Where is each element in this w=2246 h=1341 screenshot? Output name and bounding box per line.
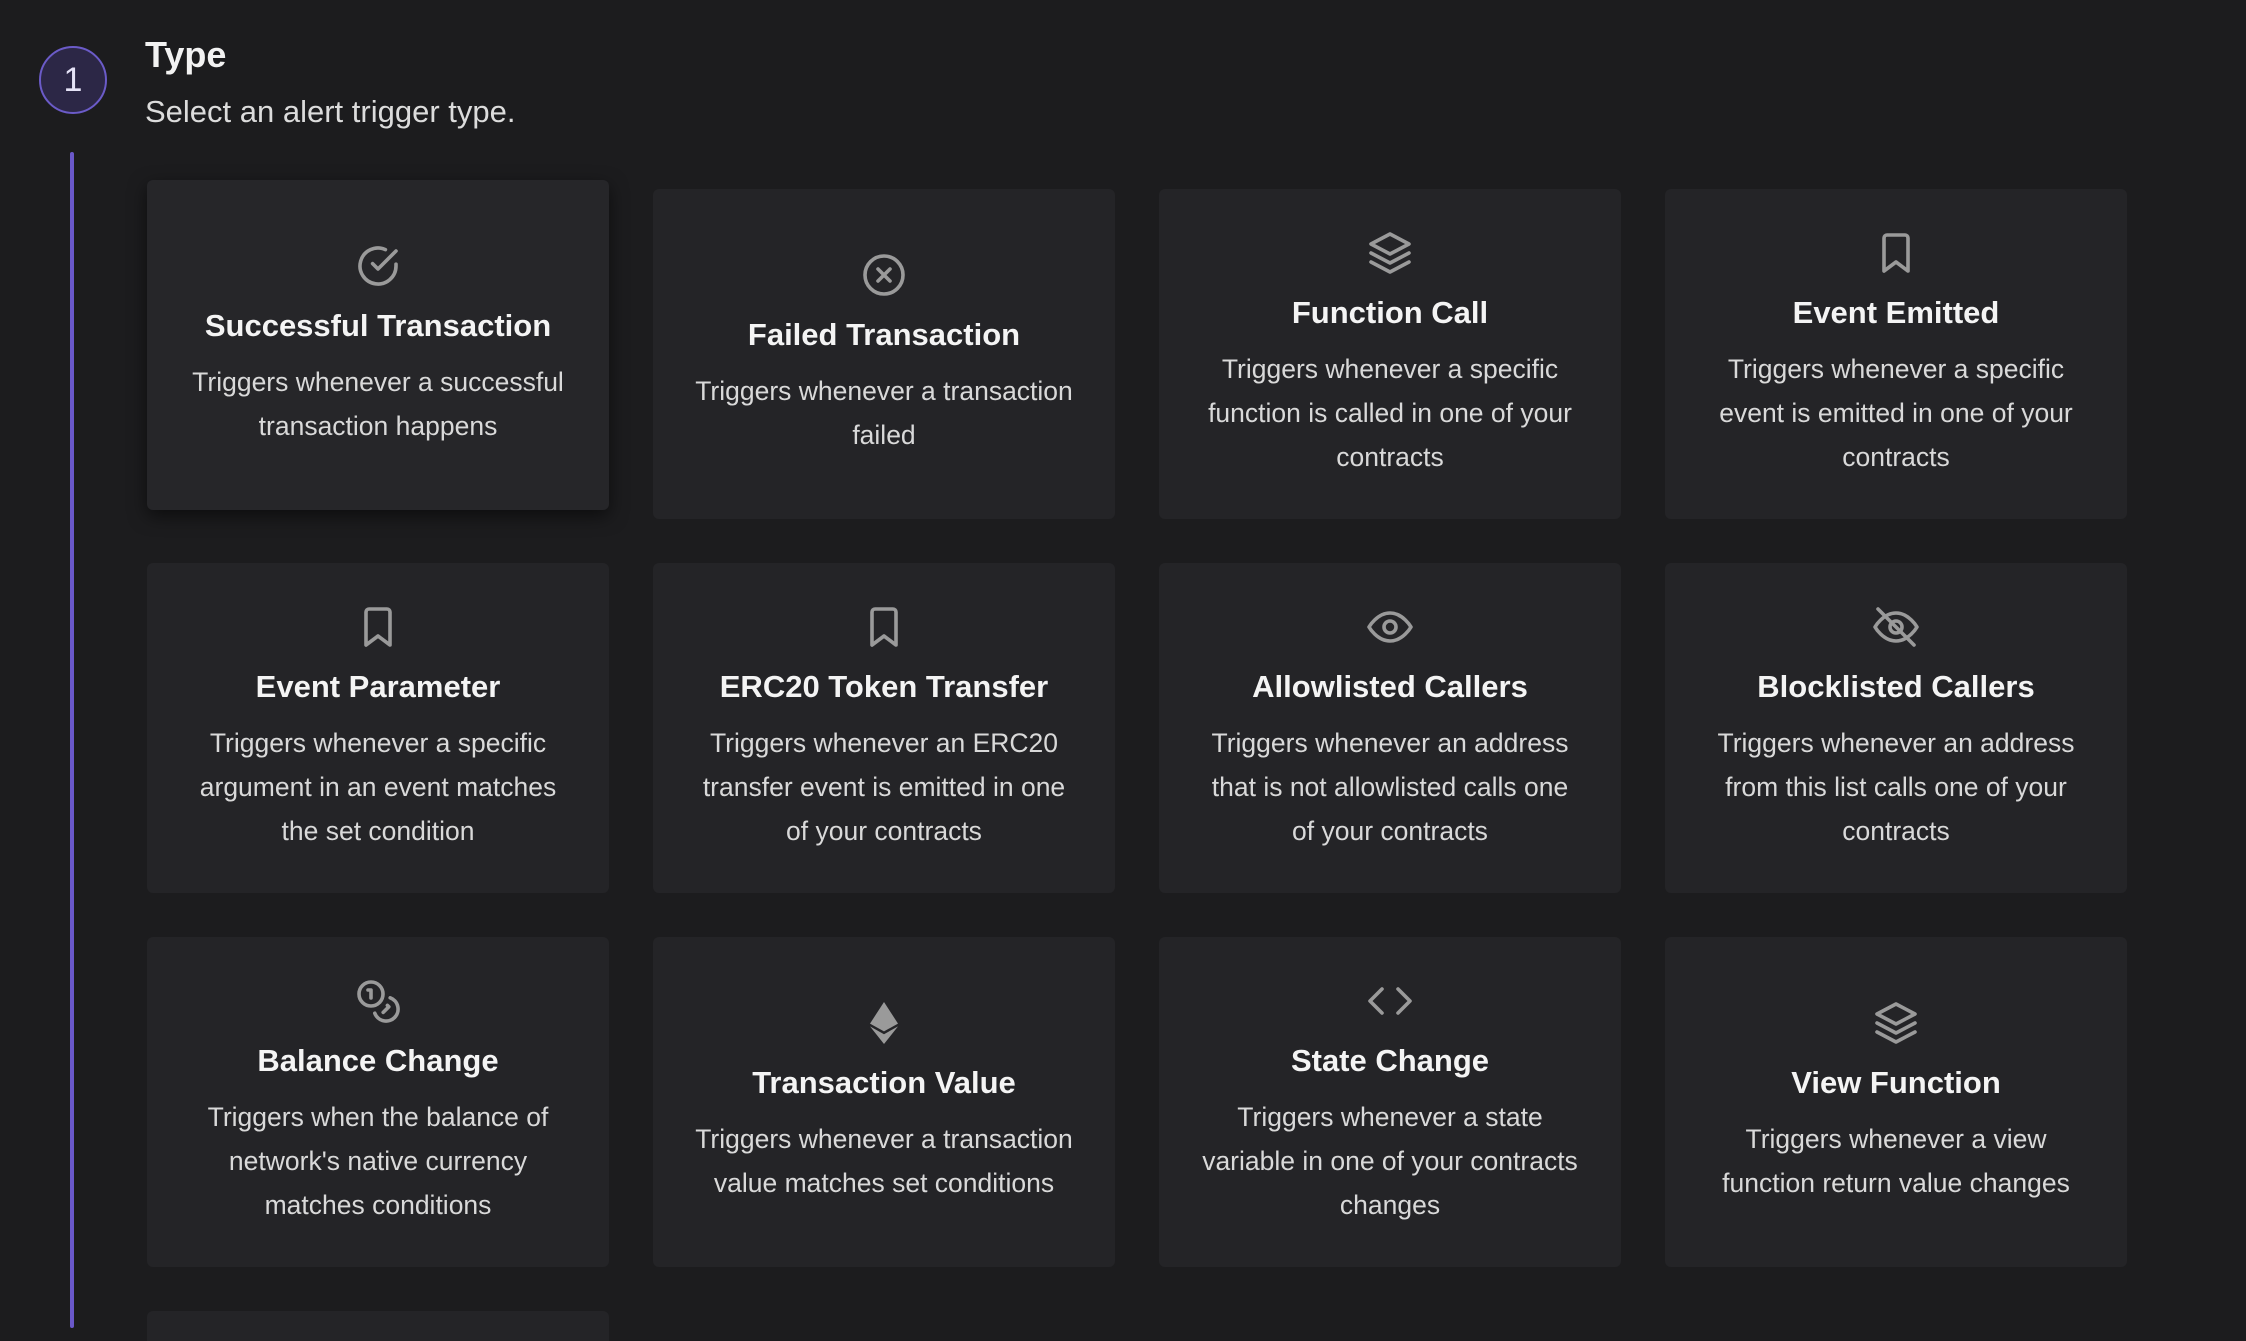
card-title: Function Call <box>1291 295 1489 330</box>
card-title: Blocklisted Callers <box>1757 669 2035 704</box>
card-description: Triggers whenever a successful transacti… <box>192 367 564 441</box>
section-subtitle: Select an alert trigger type. <box>145 94 516 129</box>
card-description: Triggers whenever a transaction failed <box>695 376 1073 450</box>
bookmark-icon <box>354 603 402 651</box>
check-circle-icon <box>354 242 402 290</box>
coins-icon <box>354 977 402 1025</box>
bookmark-icon <box>1872 229 1920 277</box>
card-view-function[interactable]: View Function Triggers whenever a view f… <box>1665 937 2127 1267</box>
card-title: Failed Transaction <box>747 317 1021 352</box>
card-title: Event Parameter <box>255 669 501 704</box>
ethereum-icon <box>860 999 908 1047</box>
card-description: Triggers whenever a specific function is… <box>1208 354 1572 472</box>
card-allowlisted-callers[interactable]: Allowlisted Callers Triggers whenever an… <box>1159 563 1621 893</box>
card-failed-transaction[interactable]: Failed Transaction Triggers whenever a t… <box>653 189 1115 519</box>
card-title: ERC20 Token Transfer <box>719 669 1049 704</box>
card-description: Triggers whenever an ERC20 transfer even… <box>702 728 1066 846</box>
card-description: Triggers whenever a specific argument in… <box>199 728 557 846</box>
card-title: Allowlisted Callers <box>1252 669 1528 704</box>
layers-icon <box>1872 999 1920 1047</box>
card-state-change[interactable]: State Change Triggers whenever a state v… <box>1159 937 1621 1267</box>
card-balance-change[interactable]: Balance Change Triggers when the balance… <box>147 937 609 1267</box>
card-description: Triggers whenever a state variable in on… <box>1202 1102 1578 1220</box>
section-title: Type <box>145 34 227 75</box>
card-title: Event Emitted <box>1792 295 2000 330</box>
card-successful-transaction[interactable]: Successful Transaction Triggers whenever… <box>147 180 609 510</box>
eye-icon <box>1366 603 1414 651</box>
card-transaction-value[interactable]: Transaction Value Triggers whenever a tr… <box>653 937 1115 1267</box>
step-number: 1 <box>63 60 83 99</box>
card-description: Triggers whenever an address from this l… <box>1717 728 2075 846</box>
card-title: Balance Change <box>257 1043 499 1078</box>
layers-icon <box>1366 229 1414 277</box>
step-progress-line <box>70 152 74 1328</box>
card-erc20-token-transfer[interactable]: ERC20 Token Transfer Triggers whenever a… <box>653 563 1115 893</box>
card-blocklisted-callers[interactable]: Blocklisted Callers Triggers whenever an… <box>1665 563 2127 893</box>
step-number-badge: 1 <box>39 46 107 114</box>
card-partial-next[interactable] <box>147 1311 609 1341</box>
card-title: Successful Transaction <box>204 308 552 343</box>
card-description: Triggers when the balance of network's n… <box>207 1102 549 1220</box>
card-description: Triggers whenever a specific event is em… <box>1719 354 2073 472</box>
card-function-call[interactable]: Function Call Triggers whenever a specif… <box>1159 189 1621 519</box>
card-event-parameter[interactable]: Event Parameter Triggers whenever a spec… <box>147 563 609 893</box>
code-icon <box>1366 977 1414 1025</box>
card-event-emitted[interactable]: Event Emitted Triggers whenever a specif… <box>1665 189 2127 519</box>
bookmark-icon <box>860 603 908 651</box>
card-description: Triggers whenever a transaction value ma… <box>695 1124 1073 1198</box>
card-title: State Change <box>1290 1043 1490 1078</box>
card-title: View Function <box>1791 1065 2001 1100</box>
card-description: Triggers whenever an address that is not… <box>1211 728 1569 846</box>
x-circle-icon <box>860 251 908 299</box>
card-description: Triggers whenever a view function return… <box>1722 1124 2070 1198</box>
card-title: Transaction Value <box>752 1065 1016 1100</box>
eye-off-icon <box>1872 603 1920 651</box>
